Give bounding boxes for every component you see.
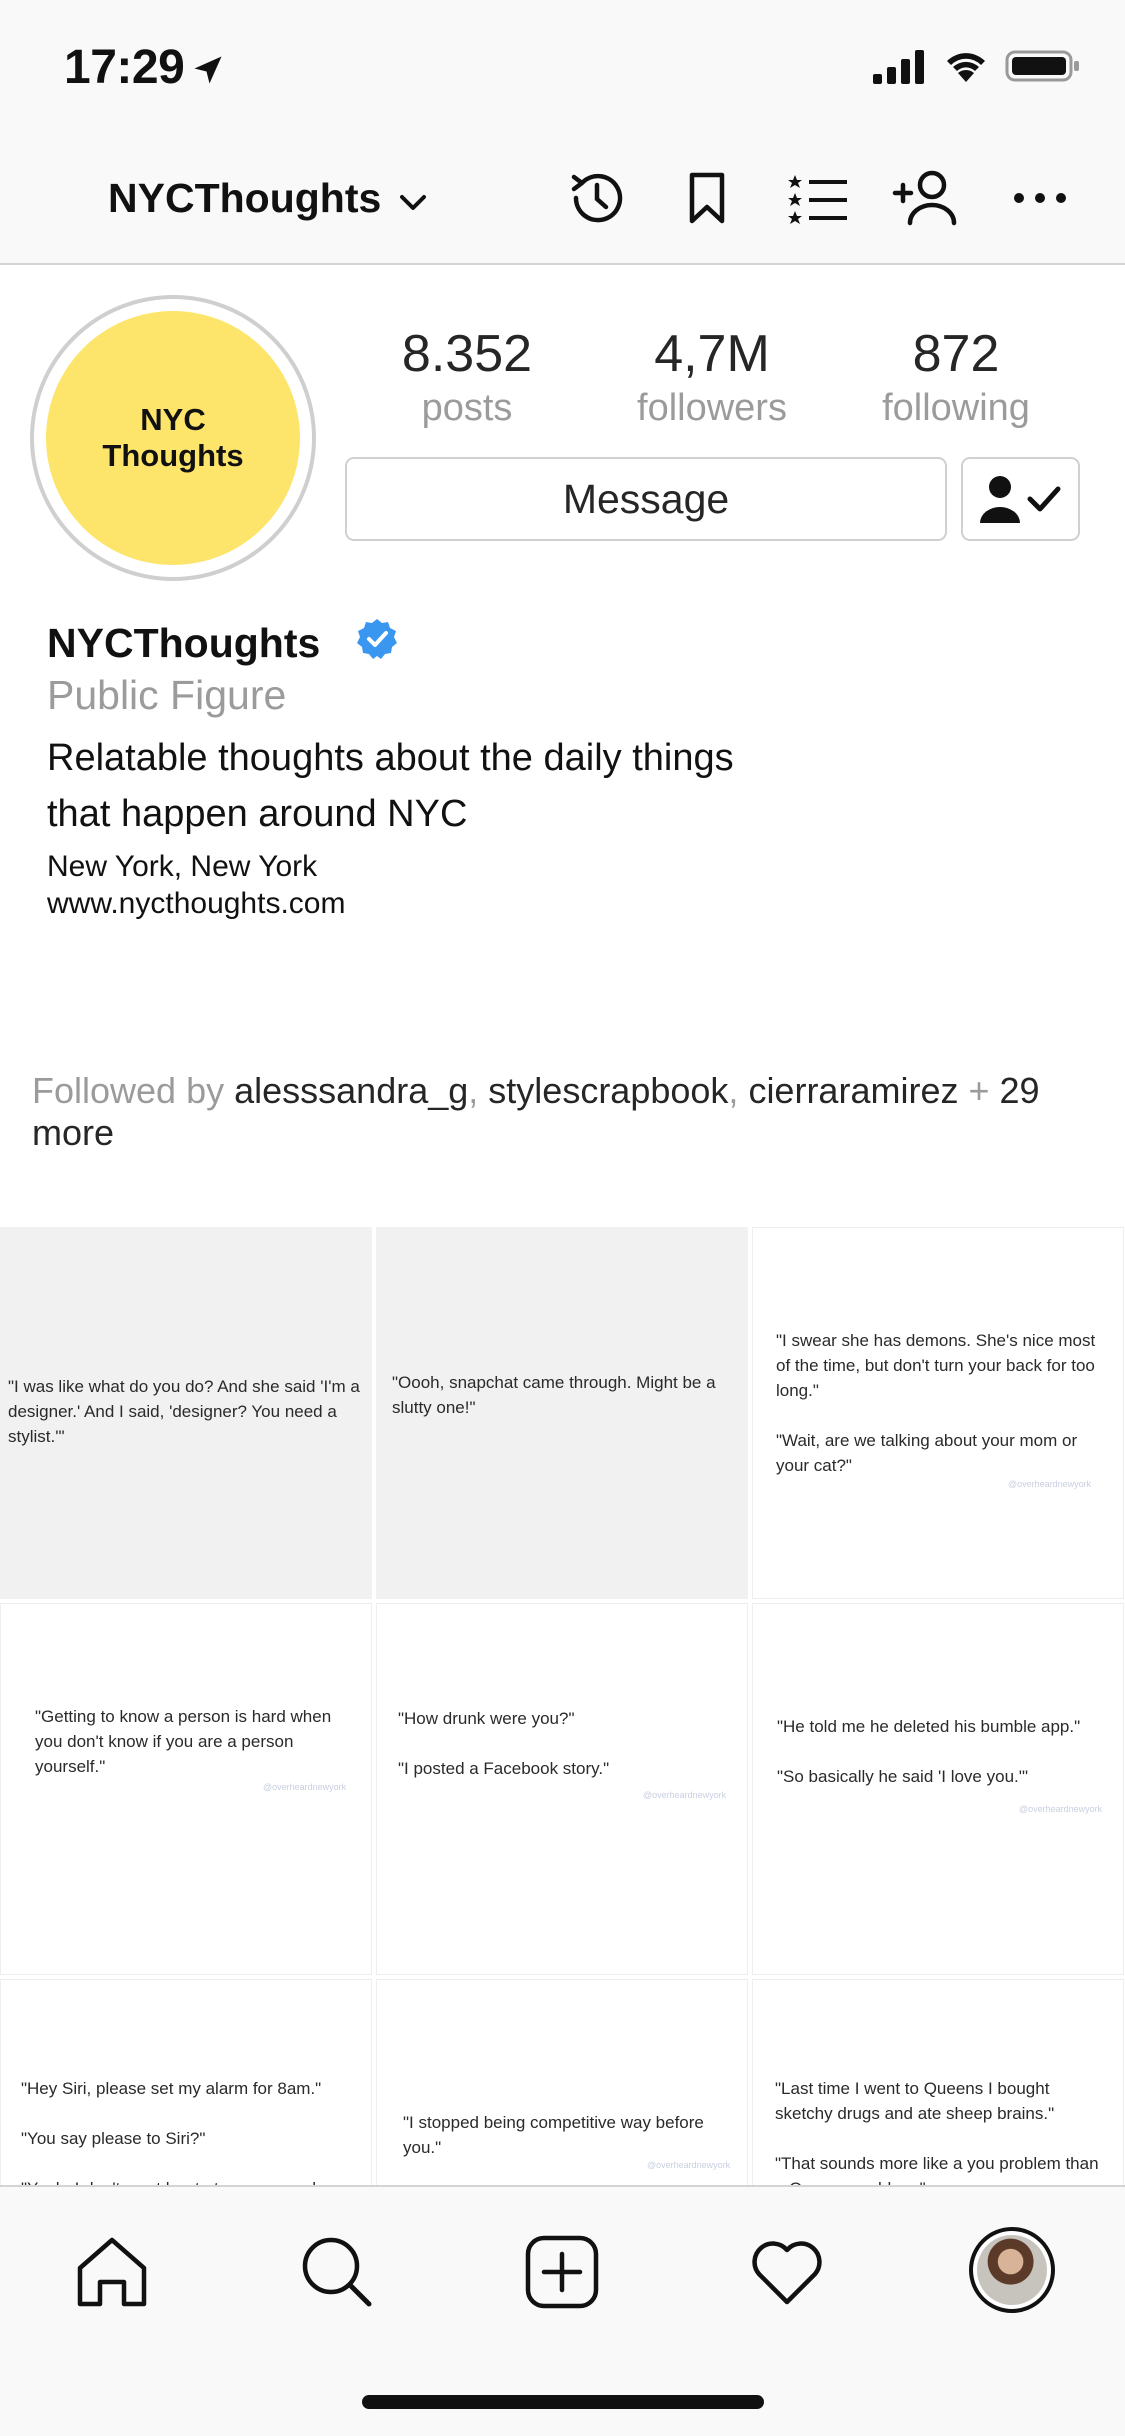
account-switcher-title[interactable]: NYCThoughts [108, 175, 381, 222]
post-text: "Getting to know a person is hard when y… [35, 1707, 332, 1776]
post-tile[interactable]: "He told me he deleted his bumble app." … [752, 1603, 1124, 1975]
wifi-icon [947, 53, 985, 82]
followers-count[interactable]: 4,7M followers [602, 322, 822, 430]
post-tile[interactable]: "I was like what do you do? And she said… [0, 1227, 372, 1599]
status-time: 17:29 [64, 41, 185, 94]
following-status-button[interactable] [961, 457, 1080, 541]
profile-website-link[interactable]: www.nycthoughts.com [47, 887, 345, 921]
posts-count-label: posts [421, 387, 513, 429]
post-watermark: @overheardnewyork [1008, 1479, 1092, 1489]
add-person-icon[interactable] [892, 163, 962, 233]
post-grid: "I was like what do you do? And she said… [0, 1227, 1125, 2185]
post-tile[interactable]: "Hey Siri, please set my alarm for 8am."… [0, 1979, 372, 2185]
navigation-bar: NYCThoughts [0, 135, 1125, 265]
location-arrow-icon [194, 56, 222, 84]
post-text: "He told me he deleted his bumble app." … [777, 1717, 1081, 1786]
profile-category: Public Figure [47, 672, 287, 718]
search-icon[interactable] [297, 2232, 377, 2312]
heart-icon[interactable] [747, 2232, 827, 2312]
following-count[interactable]: 872 following [846, 322, 1066, 430]
post-tile[interactable]: "Last time I went to Queens I bought ske… [752, 1979, 1124, 2185]
profile-bio: Relatable thoughts about the daily thing… [47, 737, 734, 835]
new-post-icon[interactable] [522, 2232, 602, 2312]
more-options-icon[interactable] [1005, 163, 1075, 233]
bookmark-icon[interactable] [672, 163, 742, 233]
status-indicators [873, 48, 1081, 84]
profile-photo [977, 2235, 1047, 2305]
history-icon[interactable] [562, 163, 632, 233]
post-text: "Last time I went to Queens I bought ske… [775, 2079, 1099, 2185]
followers-count-label: followers [637, 387, 787, 429]
battery-icon [1005, 50, 1079, 82]
avatar-text: NYC Thoughts [102, 402, 244, 473]
post-text: "Hey Siri, please set my alarm for 8am."… [21, 2079, 341, 2185]
post-watermark: @overheardnewyork [643, 1790, 727, 1800]
message-button[interactable]: Message [345, 457, 947, 541]
post-tile[interactable]: "How drunk were you?" "I posted a Facebo… [376, 1603, 748, 1975]
post-text: "I swear she has demons. She's nice most… [776, 1331, 1096, 1475]
follower-username[interactable]: stylescrapbook [488, 1070, 728, 1111]
post-tile[interactable]: "I swear she has demons. She's nice most… [752, 1227, 1124, 1599]
post-tile[interactable]: "I stopped being competitive way before … [376, 1979, 748, 2185]
posts-count[interactable]: 8.352 posts [357, 322, 577, 430]
close-friends-list-icon[interactable] [782, 163, 852, 233]
verified-badge-icon [357, 619, 397, 659]
cellular-signal-icon [873, 50, 924, 84]
post-text: "I stopped being competitive way before … [403, 2113, 704, 2157]
followed-by-prefix: Followed by [32, 1070, 225, 1111]
posts-count-value: 8.352 [401, 325, 533, 383]
post-watermark: @overheardnewyork [647, 2160, 731, 2170]
followed-by[interactable]: Followed by alesssandra_g, stylescrapboo… [32, 1070, 1092, 1154]
following-count-value: 872 [912, 325, 1000, 383]
following-count-label: following [882, 387, 1030, 429]
post-text: "I was like what do you do? And she said… [8, 1377, 360, 1446]
home-icon[interactable] [72, 2232, 152, 2312]
person-check-icon [979, 476, 1060, 523]
chevron-down-icon[interactable] [398, 191, 428, 215]
home-indicator[interactable] [362, 2395, 764, 2409]
follower-username[interactable]: cierraramirez [748, 1070, 958, 1111]
status-bar: 17:29 [0, 0, 1125, 135]
post-text: "Oooh, snapchat came through. Might be a… [392, 1373, 716, 1417]
profile-location: New York, New York [47, 850, 318, 883]
profile-tab-avatar[interactable] [969, 2227, 1055, 2313]
post-tile[interactable]: "Oooh, snapchat came through. Might be a… [376, 1227, 748, 1599]
profile-name: NYCThoughts [47, 620, 321, 666]
avatar-image: NYC Thoughts [46, 311, 300, 565]
followers-count-value: 4,7M [654, 325, 770, 383]
post-tile[interactable]: "Getting to know a person is hard when y… [0, 1603, 372, 1975]
post-text: "How drunk were you?" "I posted a Facebo… [398, 1709, 610, 1778]
post-watermark: @overheardnewyork [263, 1782, 347, 1792]
profile-avatar[interactable]: NYC Thoughts [30, 295, 316, 581]
followed-by-plus: + [968, 1070, 990, 1111]
follower-username[interactable]: alesssandra_g [234, 1070, 468, 1111]
post-watermark: @overheardnewyork [1019, 1804, 1103, 1814]
